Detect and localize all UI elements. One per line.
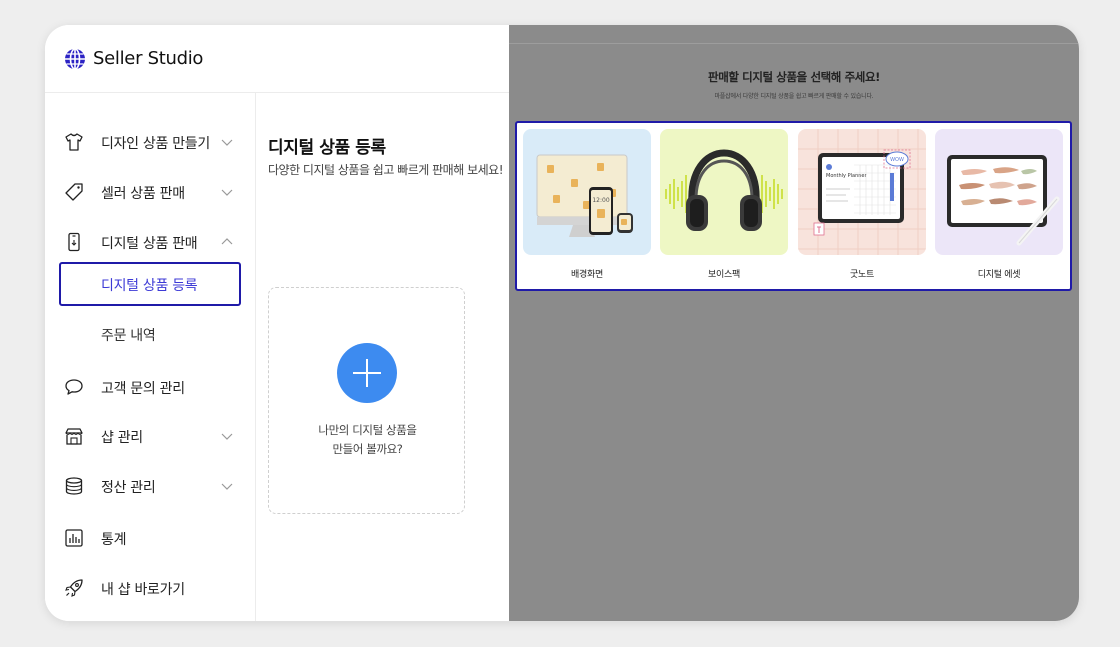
phone-icon [68, 232, 80, 252]
wallpaper-devices-image: 12:00 [523, 129, 651, 255]
chevron-up-icon [221, 238, 233, 245]
sidebar-item-my-shop-link[interactable]: 내 샵 바로가기 [45, 569, 255, 607]
chevron-down-icon [221, 189, 233, 196]
divider [509, 43, 1079, 44]
overlay-heading: 판매할 디지털 상품을 선택해 주세요! [708, 70, 880, 84]
tag-icon [65, 183, 83, 201]
page-title: 디지털 상품 등록 [268, 138, 386, 158]
app-title: Seller Studio [93, 48, 204, 69]
sidebar-item-statistics[interactable]: 통계 [45, 519, 255, 557]
option-label: 디지털 에셋 [977, 270, 1021, 280]
svg-text:12:00: 12:00 [592, 197, 609, 204]
add-card-text-line2: 만들어 볼까요? [332, 442, 403, 456]
app-window: Seller Studio 디자인 상품 만들기 셀러 상품 판매 디지털 상품… [45, 25, 1079, 621]
chevron-down-icon [221, 433, 233, 440]
sidebar-item-label: 셀러 상품 판매 [101, 186, 185, 202]
chevron-down-icon [221, 139, 233, 146]
bar-chart-icon [65, 529, 83, 547]
header: Seller Studio [45, 25, 509, 93]
option-digital-assets[interactable]: 디지털 에셋 [935, 129, 1063, 289]
rocket-icon [65, 579, 83, 597]
sidebar-item-label: 내 샵 바로가기 [101, 582, 185, 598]
sidebar-item-settlement[interactable]: 정산 관리 [45, 467, 255, 505]
chevron-down-icon [221, 483, 233, 490]
product-type-picker: 12:00 배경화면 보이스팩 Monthly Planner WOW 굿노트 … [515, 121, 1072, 291]
sidebar-item-design-products[interactable]: 디자인 상품 만들기 [45, 123, 255, 161]
sidebar-subitem-label: 디지털 상품 등록 [101, 278, 198, 294]
sidebar-subitem-order-history[interactable]: 주문 내역 [59, 312, 241, 356]
sidebar-item-label: 정산 관리 [101, 480, 156, 496]
tshirt-icon [65, 133, 83, 151]
chat-bubble-icon [65, 379, 83, 395]
tablet-planner-image: Monthly Planner WOW [798, 129, 926, 255]
sidebar-item-seller-products[interactable]: 셀러 상품 판매 [45, 173, 255, 211]
sidebar-item-label: 통계 [101, 532, 127, 548]
sidebar-item-customer-inquiries[interactable]: 고객 문의 관리 [45, 368, 255, 406]
sidebar-item-label: 고객 문의 관리 [101, 381, 185, 397]
overlay-subheading: 마플샵에서 다양한 디지털 상품을 쉽고 빠르게 판매할 수 있습니다. [714, 93, 874, 100]
database-icon [65, 477, 83, 495]
option-wallpaper[interactable]: 12:00 배경화면 [523, 129, 651, 289]
plus-icon[interactable] [337, 343, 397, 403]
sidebar-subitem-label: 주문 내역 [101, 328, 156, 344]
globe-logo-icon [65, 48, 85, 70]
option-label: 보이스팩 [708, 270, 740, 280]
sidebar-item-label: 디지털 상품 판매 [101, 236, 198, 252]
sidebar-item-shop-management[interactable]: 샵 관리 [45, 417, 255, 455]
planner-title: Monthly Planner [826, 173, 867, 179]
seller-studio-app: Seller Studio 디자인 상품 만들기 셀러 상품 판매 디지털 상품… [45, 25, 509, 621]
sidebar-item-digital-products[interactable]: 디지털 상품 판매 [45, 223, 255, 261]
product-type-overlay: 판매할 디지털 상품을 선택해 주세요! 마플샵에서 다양한 디지털 상품을 쉽… [509, 25, 1079, 621]
sidebar-item-label: 디자인 상품 만들기 [101, 136, 210, 152]
sidebar: 디자인 상품 만들기 셀러 상품 판매 디지털 상품 판매 디지털 상품 등록 … [45, 93, 256, 621]
main-content: 디지털 상품 등록 다양한 디지털 상품을 쉽고 빠르게 판매해 보세요! 나만… [256, 93, 509, 621]
add-digital-product-card[interactable]: 나만의 디지털 상품을 만들어 볼까요? [268, 287, 465, 514]
option-label: 굿노트 [850, 270, 874, 280]
store-icon [65, 428, 83, 445]
page-subtitle: 다양한 디지털 상품을 쉽고 빠르게 판매해 보세요! [268, 163, 504, 177]
sidebar-item-label: 샵 관리 [101, 430, 143, 446]
headphones-image [660, 129, 788, 255]
sidebar-subitem-digital-register[interactable]: 디지털 상품 등록 [59, 262, 241, 306]
planner-sticker: WOW [890, 157, 904, 163]
option-voice-pack[interactable]: 보이스팩 [660, 129, 788, 289]
add-card-text-line1: 나만의 디지털 상품을 [318, 423, 417, 437]
tablet-brush-strokes-image [935, 129, 1063, 255]
option-label: 배경화면 [571, 270, 603, 280]
option-goodnotes[interactable]: Monthly Planner WOW 굿노트 [798, 129, 926, 289]
